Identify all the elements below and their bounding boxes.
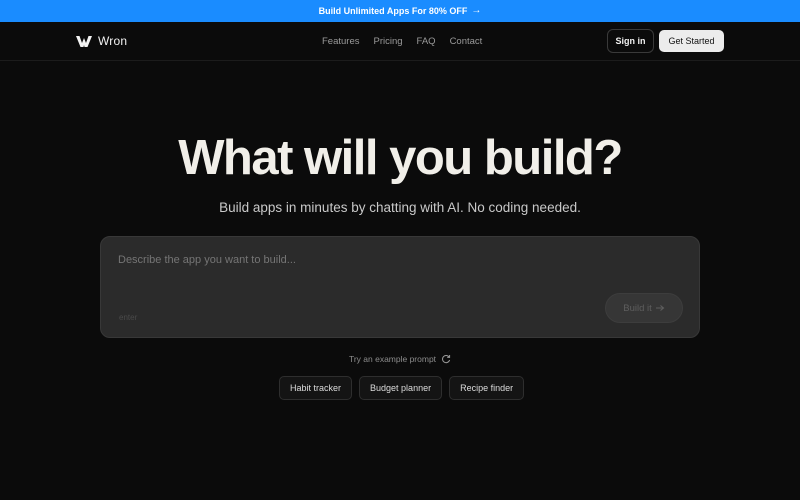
top-navbar: Wron Features Pricing FAQ Contact Sign i… <box>0 22 800 61</box>
hero-title: What will you build? <box>178 131 623 185</box>
example-chip-budget-planner[interactable]: Budget planner <box>359 376 443 400</box>
example-chip-recipe-finder[interactable]: Recipe finder <box>449 376 525 400</box>
arrow-right-icon <box>655 305 665 311</box>
nav-link-faq[interactable]: FAQ <box>417 36 436 47</box>
arrow-right-icon: → <box>471 5 482 16</box>
example-prompt-label: Try an example prompt <box>348 354 437 364</box>
hero-subtitle: Build apps in minutes by chatting with A… <box>219 200 581 215</box>
example-prompt-row: Try an example prompt <box>0 354 800 364</box>
brand-logo[interactable]: Wron <box>76 34 127 48</box>
brand-name: Wron <box>98 34 128 48</box>
example-chip-habit-tracker[interactable]: Habit tracker <box>279 376 353 400</box>
nav-links: Features Pricing FAQ Contact <box>322 36 482 47</box>
example-chips: Habit tracker Budget planner Recipe find… <box>279 376 525 400</box>
nav-link-features[interactable]: Features <box>322 36 360 47</box>
get-started-button[interactable]: Get Started <box>659 30 724 52</box>
wron-logo-icon <box>76 35 92 47</box>
build-it-label: Build it <box>623 302 652 314</box>
app-description-input[interactable] <box>118 251 678 269</box>
promo-text[interactable]: Build Unlimited Apps For 80% OFF <box>319 6 468 16</box>
refresh-icon[interactable] <box>441 354 451 364</box>
promo-banner[interactable]: Build Unlimited Apps For 80% OFF → <box>0 0 800 22</box>
prompt-hint: enter <box>119 313 138 322</box>
nav-link-pricing[interactable]: Pricing <box>374 36 403 47</box>
sign-in-button[interactable]: Sign in <box>607 29 654 53</box>
prompt-box: enter Build it <box>100 236 700 338</box>
build-it-button[interactable]: Build it <box>605 293 683 323</box>
nav-link-contact[interactable]: Contact <box>450 36 483 47</box>
